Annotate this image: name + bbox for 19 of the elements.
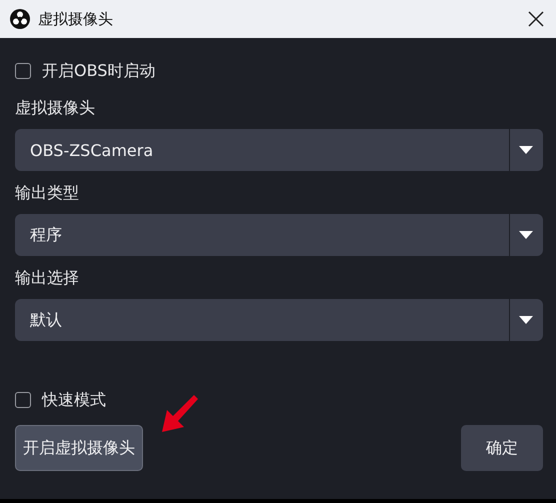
dropdown-arrow-icon [519, 231, 533, 239]
dropdown-arrow-icon [519, 316, 533, 324]
checkbox[interactable] [15, 63, 31, 79]
field-label: 输出选择 [15, 267, 80, 289]
checkbox[interactable] [15, 392, 31, 408]
field-label: 输出类型 [15, 182, 80, 204]
app-logo-icon [10, 9, 30, 29]
dropdown[interactable]: 程序 [15, 214, 543, 256]
dropdown[interactable]: 默认 [15, 299, 543, 341]
checkbox-label: 快速模式 [42, 390, 106, 410]
dropdown[interactable]: OBS-ZSCamera [15, 129, 543, 171]
start-button[interactable]: 开启虚拟摄像头 [15, 425, 143, 471]
pointer-arrow-drawing [160, 394, 200, 434]
field-label: 虚拟摄像头 [15, 97, 96, 119]
ok-button[interactable]: 确定 [461, 425, 543, 471]
dropdown-arrow-icon [519, 146, 533, 154]
window-title: 虚拟摄像头 [38, 10, 113, 28]
checkbox-label: 开启OBS时启动 [42, 60, 156, 82]
close-icon[interactable] [528, 11, 544, 27]
